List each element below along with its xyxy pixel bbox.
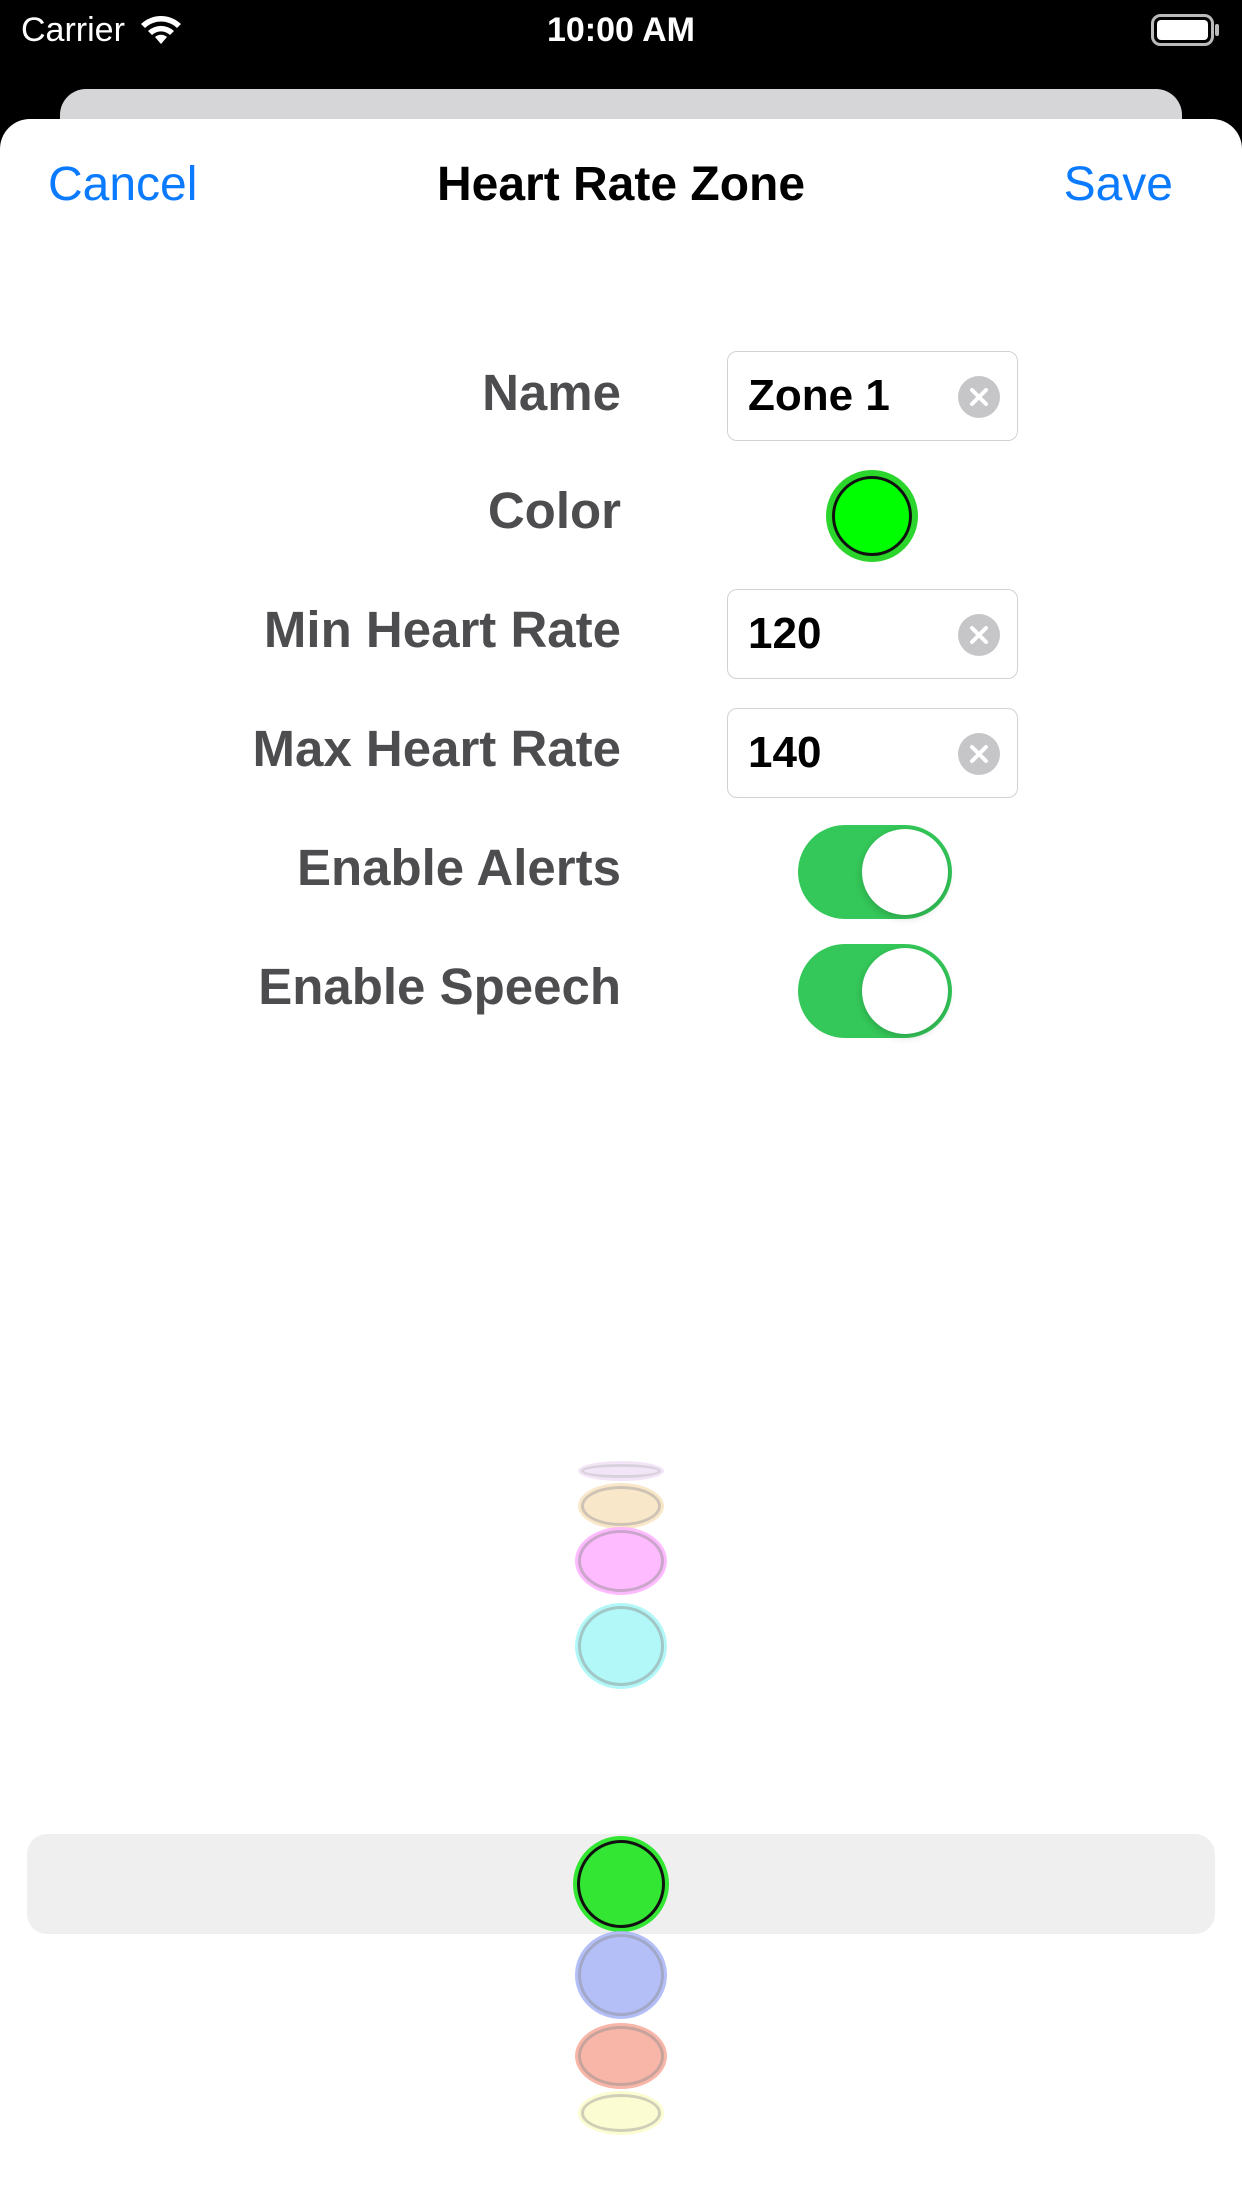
save-button[interactable]: Save xyxy=(1064,157,1173,212)
min-heart-rate-field[interactable] xyxy=(727,589,1018,679)
enable-alerts-toggle[interactable] xyxy=(798,825,952,919)
clear-icon[interactable] xyxy=(958,614,1000,656)
picker-swatch-option[interactable] xyxy=(578,2026,664,2086)
enable-alerts-label: Enable Alerts xyxy=(296,839,621,896)
picker-swatch-option[interactable] xyxy=(578,1934,664,2016)
min-heart-rate-input[interactable] xyxy=(748,590,948,677)
clear-icon[interactable] xyxy=(958,376,1000,418)
name-field[interactable] xyxy=(727,351,1018,441)
max-heart-rate-field[interactable] xyxy=(727,708,1018,798)
status-bar: Carrier 10:00 AM xyxy=(0,0,1242,64)
max-heart-rate-label: Max Heart Rate xyxy=(252,720,621,777)
toggle-knob xyxy=(862,829,948,915)
enable-speech-label: Enable Speech xyxy=(258,958,621,1015)
min-heart-rate-label: Min Heart Rate xyxy=(263,601,621,658)
picker-swatch-option[interactable] xyxy=(581,1486,661,1526)
status-time: 10:00 AM xyxy=(546,11,696,49)
toggle-knob xyxy=(862,948,948,1034)
name-label: Name xyxy=(482,364,621,421)
picker-swatch-option[interactable] xyxy=(578,1606,664,1686)
picker-swatch-option[interactable] xyxy=(581,1464,661,1478)
clear-icon[interactable] xyxy=(958,733,1000,775)
max-heart-rate-input[interactable] xyxy=(748,709,948,796)
enable-speech-toggle[interactable] xyxy=(798,944,952,1038)
color-picker-wheel[interactable] xyxy=(0,1464,1242,2150)
battery-icon xyxy=(1151,14,1219,46)
picker-swatch-option[interactable] xyxy=(581,2094,661,2132)
picker-swatch-selected[interactable] xyxy=(577,1840,665,1928)
cancel-button[interactable]: Cancel xyxy=(48,157,197,212)
selected-color-swatch[interactable] xyxy=(826,470,918,562)
picker-swatch-option[interactable] xyxy=(578,1530,664,1592)
swatch-ring xyxy=(832,476,912,556)
navigation-bar: Cancel Heart Rate Zone Save xyxy=(0,119,1242,249)
name-input[interactable] xyxy=(748,352,948,439)
color-label: Color xyxy=(487,482,621,539)
